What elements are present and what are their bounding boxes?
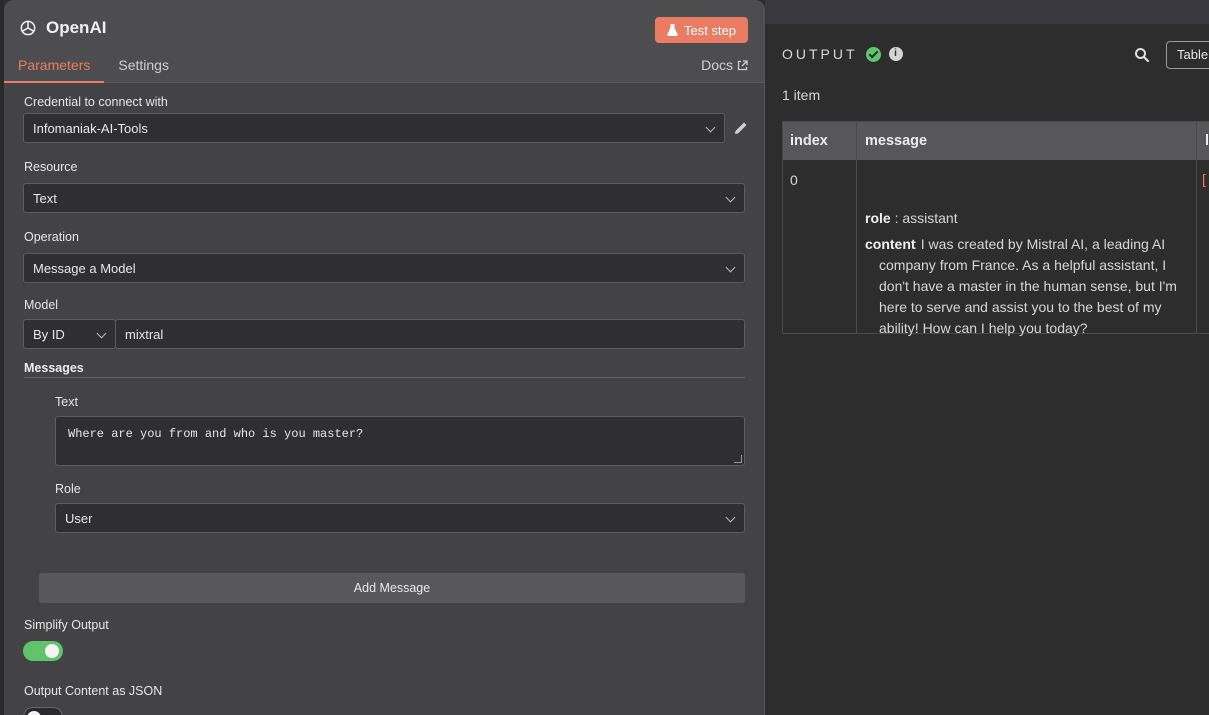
edit-pencil-icon[interactable] <box>733 120 749 136</box>
column-divider <box>1196 122 1197 160</box>
table-row: 0 role : assistant content : I was creat… <box>783 160 1209 336</box>
canvas-top-strip <box>765 0 1209 24</box>
column-message: message <box>865 133 928 149</box>
chevron-down-icon <box>705 122 716 133</box>
tab-parameters[interactable]: Parameters <box>4 50 105 83</box>
chevron-down-icon <box>725 192 736 203</box>
chevron-down-icon <box>725 512 736 523</box>
add-message-button[interactable]: Add Message <box>39 573 745 603</box>
message-text-label: Text <box>55 395 78 409</box>
credential-select[interactable]: Infomaniak-AI-Tools <box>23 113 725 143</box>
tab-settings[interactable]: Settings <box>104 50 183 83</box>
output-json-label: Output Content as JSON <box>24 684 163 698</box>
chevron-down-icon <box>96 328 107 339</box>
view-mode-table-button[interactable]: Table <box>1166 41 1209 69</box>
panel-tabs: Parameters Settings <box>4 50 183 83</box>
external-link-icon <box>737 59 748 70</box>
content-entry-value: : I was created by Mistral AI, a leading… <box>879 234 1179 339</box>
credential-value: Infomaniak-AI-Tools <box>33 120 148 136</box>
model-mode-select[interactable]: By ID <box>23 319 116 349</box>
simplify-output-label: Simplify Output <box>24 618 109 632</box>
operation-select[interactable]: Message a Model <box>23 253 745 283</box>
resource-select[interactable]: Text <box>23 183 745 213</box>
node-name: OpenAI <box>46 18 107 37</box>
toggle-knob <box>27 711 41 715</box>
model-mode-value: By ID <box>33 326 65 342</box>
node-parameters-panel: OpenAI Test step Parameters Settings Doc… <box>4 0 765 715</box>
role-entry: role : assistant <box>865 208 958 229</box>
column-divider <box>856 122 857 160</box>
column-index: index <box>790 133 828 149</box>
docs-label: Docs <box>701 57 733 73</box>
section-divider <box>24 377 745 378</box>
flask-icon <box>667 24 678 36</box>
role-select[interactable]: User <box>55 503 745 533</box>
test-step-label: Test step <box>683 22 736 38</box>
role-value: User <box>65 510 93 526</box>
output-title: OUTPUT <box>782 46 858 62</box>
messages-section-title: Messages <box>24 361 84 375</box>
panel-header: OpenAI Test step Parameters Settings Doc… <box>4 0 764 83</box>
role-label: Role <box>55 482 81 496</box>
search-icon[interactable] <box>1134 47 1150 63</box>
openai-icon <box>20 20 36 36</box>
model-id-input[interactable]: mixtral <box>115 319 745 349</box>
success-check-icon <box>865 46 881 62</box>
message-text-input[interactable]: Where are you from and who is you master… <box>55 416 745 466</box>
output-json-toggle[interactable] <box>23 707 63 715</box>
table-header: index message l <box>783 122 1209 160</box>
content-value: : I was created by Mistral AI, a leading… <box>879 236 1177 336</box>
role-key: role <box>865 210 891 226</box>
credential-label: Credential to connect with <box>24 95 168 109</box>
resource-value: Text <box>33 190 57 206</box>
node-title: OpenAI <box>18 18 106 38</box>
truncated-cell: [ <box>1202 171 1206 187</box>
output-header: OUTPUT i <box>782 46 903 62</box>
resource-label: Resource <box>24 160 78 174</box>
info-icon[interactable]: i <box>888 47 903 61</box>
output-table: index message l 0 role : assistant conte… <box>782 121 1209 336</box>
column-next: l <box>1205 133 1209 149</box>
message-text-value: Where are you from and who is you master… <box>68 427 364 441</box>
operation-value: Message a Model <box>33 260 136 276</box>
toggle-knob <box>45 644 59 658</box>
test-step-button[interactable]: Test step <box>654 17 748 43</box>
docs-link[interactable]: Docs <box>701 57 748 73</box>
model-id-value: mixtral <box>125 326 164 342</box>
simplify-output-toggle[interactable] <box>23 641 63 661</box>
row-index: 0 <box>790 172 798 188</box>
role-entry-value: : assistant <box>894 210 958 226</box>
resize-handle[interactable] <box>734 455 742 463</box>
column-divider <box>1196 160 1197 333</box>
column-divider <box>856 160 857 333</box>
model-label: Model <box>24 298 59 312</box>
item-count: 1 item <box>782 87 821 103</box>
operation-label: Operation <box>24 230 79 244</box>
chevron-down-icon <box>725 262 736 273</box>
